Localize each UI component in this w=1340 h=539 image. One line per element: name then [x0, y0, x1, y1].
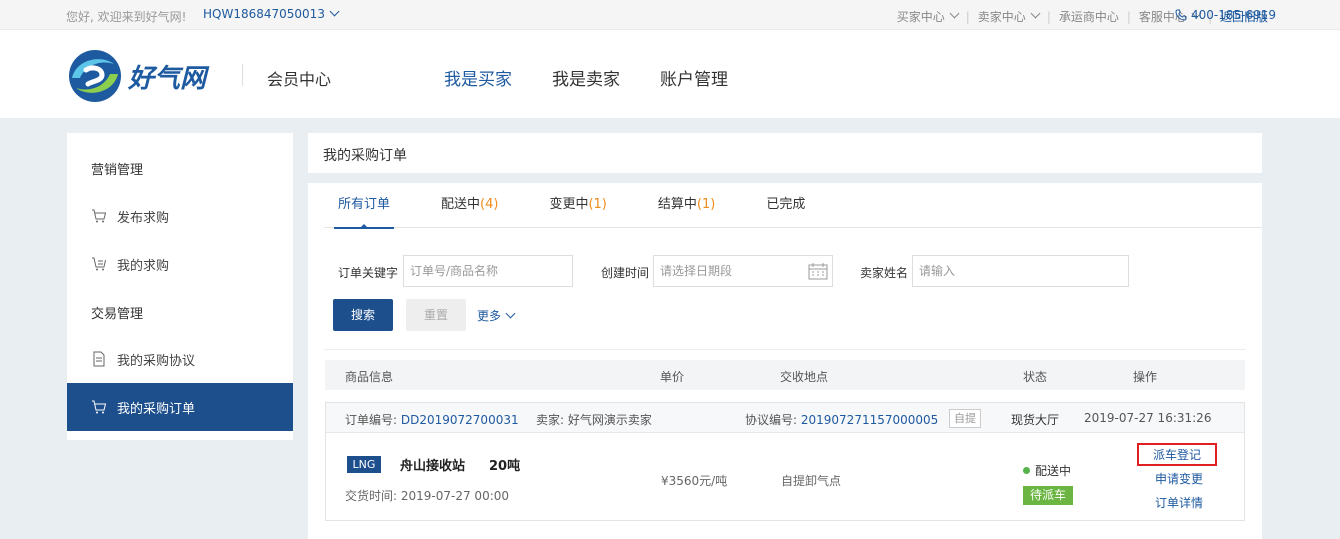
calendar-icon[interactable] [808, 262, 828, 280]
cart-icon [92, 400, 107, 414]
logo-text: 好气网 [128, 63, 207, 94]
tab-count: (1) [696, 197, 716, 212]
order-header: 订单编号: DD2019072700031 卖家: 好气网演示卖家 协议编号: … [326, 403, 1244, 433]
order-number: 订单编号: DD2019072700031 [345, 413, 519, 427]
sidebar-item-my-purchase[interactable]: 我的求购 [67, 240, 293, 288]
divider [324, 349, 1246, 350]
hotline: 400-185-6919 [1175, 8, 1276, 22]
agreement-number: 协议编号: 201907271157000005 [745, 413, 939, 427]
cart-list-icon [92, 257, 106, 271]
sidebar-item-my-orders[interactable]: 我的采购订单 [67, 383, 293, 431]
seller-input[interactable]: 请输入 [912, 255, 1129, 287]
agreement-number-link[interactable]: 201907271157000005 [801, 413, 938, 427]
logo-icon [69, 50, 121, 102]
seller-label: 卖家姓名 [860, 266, 909, 280]
account-name: HQW186847050013 [203, 7, 325, 21]
divider: | [1046, 9, 1051, 24]
cart-icon [92, 209, 107, 223]
order-tabs: 所有订单 配送中(4) 变更中(1) 结算中(1) 已完成 [324, 183, 1262, 229]
column-header-location: 交收地点 [780, 370, 829, 384]
document-icon [93, 351, 105, 367]
account-dropdown[interactable]: HQW186847050013 [203, 6, 340, 21]
product-quantity: 20吨 [489, 459, 521, 474]
topnav-carrier-center[interactable]: 承运商中心 [1059, 8, 1119, 25]
order-card: 订单编号: DD2019072700031 卖家: 好气网演示卖家 协议编号: … [325, 402, 1245, 521]
order-status: 配送中 [1023, 462, 1071, 479]
tab-delivering[interactable]: 配送中(4) [427, 183, 512, 228]
delivery-time: 交货时间: 2019-07-27 00:00 [345, 489, 510, 503]
tab-settling[interactable]: 结算中(1) [644, 183, 729, 228]
topnav-buyer-center[interactable]: 买家中心 [897, 8, 960, 25]
topnav-seller-center[interactable]: 卖家中心 [978, 8, 1041, 25]
date-label: 创建时间 [601, 266, 650, 280]
divider: | [1126, 9, 1131, 24]
chevron-down-icon [949, 8, 960, 19]
chevron-down-icon [505, 308, 516, 319]
divider: | [965, 9, 970, 24]
page-title: 我的采购订单 [323, 148, 407, 164]
header-divider [242, 64, 243, 86]
date-range-input[interactable]: 请选择日期段 [653, 255, 833, 287]
tab-changing[interactable]: 变更中(1) [535, 183, 620, 228]
keyword-input[interactable]: 订单号/商品名称 [403, 255, 573, 287]
column-header-status: 状态 [1023, 370, 1048, 384]
column-header-actions: 操作 [1133, 370, 1158, 384]
site-logo[interactable]: 好气网 [66, 48, 226, 104]
order-detail-link[interactable]: 订单详情 [1155, 494, 1203, 511]
order-number-link[interactable]: DD2019072700031 [401, 413, 519, 427]
reset-button[interactable]: 重置 [406, 299, 466, 331]
table-header: 商品信息 单价 交收地点 状态 操作 [325, 360, 1245, 390]
pickup-tag: 自提 [949, 409, 981, 428]
sidebar-item-my-agreement[interactable]: 我的采购协议 [67, 335, 293, 383]
top-bar: 您好, 欢迎来到好气网! HQW186847050013 买家中心 | 卖家中心… [0, 0, 1340, 30]
order-seller: 卖家: 好气网演示卖家 [536, 413, 652, 427]
tab-all-orders[interactable]: 所有订单 [324, 183, 404, 229]
member-center-title: 会员中心 [267, 70, 332, 89]
search-button[interactable]: 搜索 [333, 299, 393, 331]
column-header-product: 商品信息 [345, 370, 394, 384]
orders-panel: 所有订单 配送中(4) 变更中(1) 结算中(1) 已完成 订单关键字 订单号/… [308, 183, 1262, 539]
product-name: 舟山接收站 [400, 459, 466, 474]
nav-seller[interactable]: 我是卖家 [552, 65, 620, 90]
welcome-text: 您好, 欢迎来到好气网! [66, 10, 187, 24]
sidebar-item-publish-purchase[interactable]: 发布求购 [67, 192, 293, 240]
more-filters-toggle[interactable]: 更多 [477, 307, 516, 324]
nav-buyer[interactable]: 我是买家 [444, 65, 512, 90]
nav-account[interactable]: 账户管理 [660, 65, 728, 90]
delivery-location: 自提卸气点 [781, 474, 842, 488]
unit-price: ¥3560元/吨 [661, 474, 728, 488]
tab-count: (1) [588, 197, 607, 212]
tab-completed[interactable]: 已完成 [752, 183, 819, 228]
sidebar: 营销管理 发布求购 我的求购 交易管理 我的采购协议 我的采购订单 [67, 133, 293, 440]
column-header-price: 单价 [660, 370, 685, 384]
status-dot-icon [1023, 467, 1030, 474]
apply-change-link[interactable]: 申请变更 [1155, 470, 1203, 487]
sidebar-heading-marketing: 营销管理 [91, 163, 144, 178]
status-badge: 待派车 [1023, 486, 1073, 505]
chevron-down-icon [1030, 8, 1041, 19]
dispatch-register-button[interactable]: 派车登记 [1137, 443, 1218, 466]
order-created-time: 2019-07-27 16:31:26 [1084, 411, 1212, 425]
chevron-down-icon [329, 6, 340, 17]
page-title-bar: 我的采购订单 [308, 133, 1262, 173]
main-nav: 我是买家 我是卖家 账户管理 [444, 65, 768, 90]
tab-count: (4) [480, 197, 499, 212]
site-header: 好气网 会员中心 我是买家 我是卖家 账户管理 [0, 30, 1340, 118]
sidebar-heading-trade: 交易管理 [91, 307, 144, 322]
keyword-label: 订单关键字 [338, 266, 399, 280]
trade-hall: 现货大厅 [1011, 413, 1060, 427]
phone-icon [1175, 9, 1187, 21]
phone-number: 400-185-6919 [1191, 8, 1277, 22]
product-type-badge: LNG [347, 456, 381, 473]
